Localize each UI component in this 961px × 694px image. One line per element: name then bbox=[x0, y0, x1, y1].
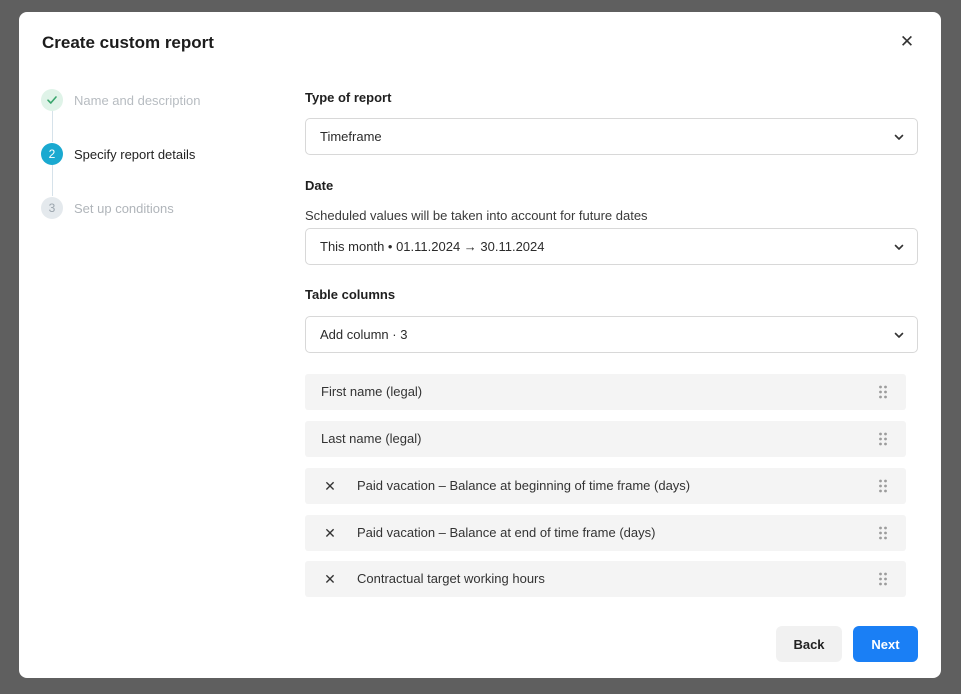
column-row-last-name[interactable]: Last name (legal) bbox=[305, 421, 906, 457]
step-report-details[interactable]: 2 Specify report details bbox=[41, 143, 195, 165]
back-button[interactable]: Back bbox=[776, 626, 842, 662]
table-columns-label: Table columns bbox=[305, 287, 396, 302]
step-number: 2 bbox=[41, 143, 63, 165]
report-type-select[interactable]: Timeframe bbox=[305, 118, 918, 155]
remove-column-icon[interactable]: ✕ bbox=[322, 524, 338, 542]
date-hint: Scheduled values will be taken into acco… bbox=[305, 208, 648, 223]
modal-title: Create custom report bbox=[42, 33, 214, 52]
column-row-vacation-end[interactable]: ✕ Paid vacation – Balance at end of time… bbox=[305, 515, 906, 551]
chevron-down-icon bbox=[894, 134, 904, 140]
drag-handle-icon[interactable] bbox=[878, 526, 888, 540]
remove-column-icon[interactable]: ✕ bbox=[322, 477, 338, 495]
step-connector bbox=[52, 110, 53, 142]
column-label: Contractual target working hours bbox=[357, 571, 545, 586]
chevron-down-icon bbox=[894, 332, 904, 338]
column-label: Paid vacation – Balance at end of time f… bbox=[357, 525, 656, 540]
step-conditions[interactable]: 3 Set up conditions bbox=[41, 197, 174, 219]
step-label: Name and description bbox=[74, 92, 201, 108]
column-label: First name (legal) bbox=[321, 384, 423, 399]
add-column-select[interactable]: Add column · 3 bbox=[305, 316, 918, 353]
remove-column-icon[interactable]: ✕ bbox=[322, 570, 338, 588]
add-column-value: Add column · 3 bbox=[320, 327, 408, 342]
column-row-vacation-begin[interactable]: ✕ Paid vacation – Balance at beginning o… bbox=[305, 468, 906, 504]
close-icon[interactable]: ✕ bbox=[895, 32, 919, 52]
check-icon bbox=[41, 89, 63, 111]
report-type-label: Type of report bbox=[305, 90, 392, 105]
column-row-target-hours[interactable]: ✕ Contractual target working hours bbox=[305, 561, 906, 597]
column-row-first-name[interactable]: First name (legal) bbox=[305, 374, 906, 410]
column-label: Paid vacation – Balance at beginning of … bbox=[357, 478, 691, 493]
report-type-value: Timeframe bbox=[320, 129, 382, 144]
drag-handle-icon[interactable] bbox=[878, 432, 888, 446]
create-report-modal: Create custom report ✕ Name and descript… bbox=[19, 12, 941, 678]
chevron-down-icon bbox=[894, 244, 904, 250]
step-name-description[interactable]: Name and description bbox=[41, 89, 200, 111]
step-number: 3 bbox=[41, 197, 63, 219]
drag-handle-icon[interactable] bbox=[878, 385, 888, 399]
drag-handle-icon[interactable] bbox=[878, 572, 888, 586]
stepper: Name and description 2 Specify report de… bbox=[41, 88, 261, 238]
date-value: This month • 01.11.2024 → 30.11.2024 bbox=[320, 239, 545, 254]
step-label: Set up conditions bbox=[74, 200, 174, 216]
next-button[interactable]: Next bbox=[853, 626, 918, 662]
date-select[interactable]: This month • 01.11.2024 → 30.11.2024 bbox=[305, 228, 918, 265]
date-label: Date bbox=[305, 178, 334, 193]
drag-handle-icon[interactable] bbox=[878, 479, 888, 493]
step-label: Specify report details bbox=[74, 146, 196, 162]
step-connector bbox=[52, 164, 53, 196]
column-label: Last name (legal) bbox=[321, 431, 422, 446]
